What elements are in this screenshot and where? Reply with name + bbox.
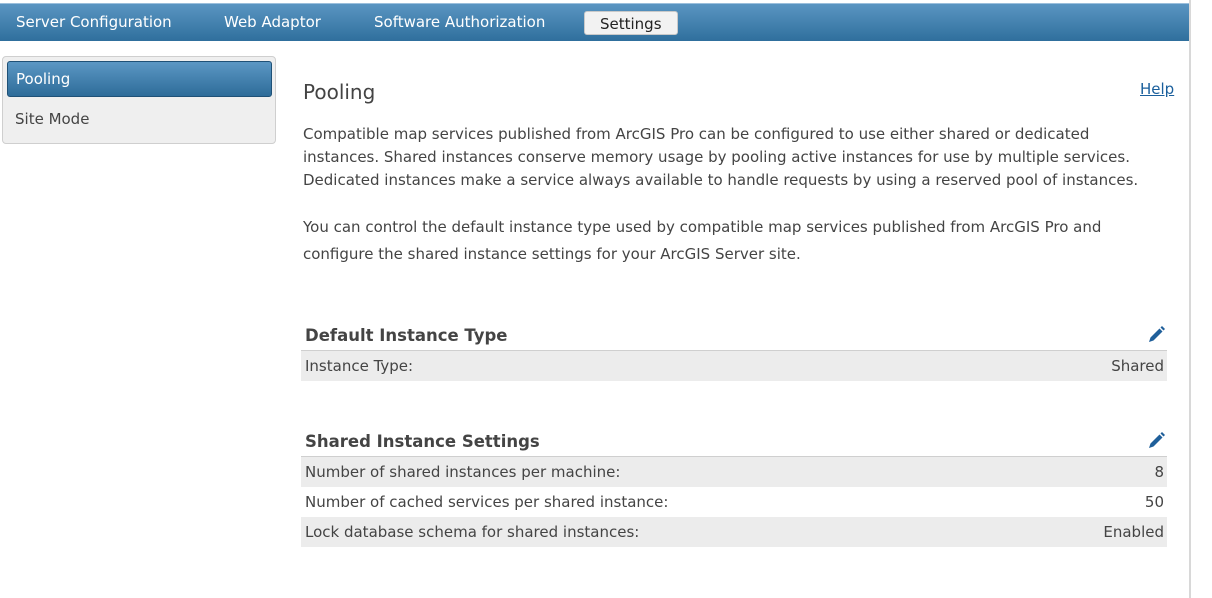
section-title-default-instance-type: Default Instance Type: [305, 326, 508, 345]
setting-value: Enabled: [1103, 523, 1164, 541]
setting-label: Number of cached services per shared ins…: [305, 493, 669, 511]
setting-value: 50: [1144, 493, 1164, 511]
tab-software-authorization[interactable]: Software Authorization: [374, 4, 545, 42]
tab-server-configuration[interactable]: Server Configuration: [16, 4, 172, 42]
setting-label: Lock database schema for shared instance…: [305, 523, 640, 541]
sidebar-item-pooling[interactable]: Pooling: [7, 61, 272, 97]
setting-value: 8: [1154, 463, 1164, 481]
page: Server Configuration Web Adaptor Softwar…: [0, 0, 1212, 598]
setting-value: Shared: [1111, 357, 1164, 375]
setting-row-lock-schema: Lock database schema for shared instance…: [301, 517, 1167, 547]
top-navigation-bar: Server Configuration Web Adaptor Softwar…: [0, 3, 1189, 41]
description-paragraph: Compatible map services published from A…: [303, 125, 1139, 189]
help-link[interactable]: Help: [1140, 80, 1174, 98]
tab-web-adaptor[interactable]: Web Adaptor: [224, 4, 321, 42]
setting-row-shared-instances: Number of shared instances per machine: …: [301, 457, 1167, 487]
sidebar: Pooling Site Mode: [2, 56, 276, 144]
control-paragraph: You can control the default instance typ…: [303, 218, 1102, 263]
window-right-border: [1189, 0, 1191, 598]
setting-row-cached-services: Number of cached services per shared ins…: [301, 487, 1167, 517]
tab-settings[interactable]: Settings: [584, 11, 678, 35]
sidebar-item-site-mode[interactable]: Site Mode: [7, 102, 272, 138]
pencil-icon[interactable]: [1146, 325, 1166, 345]
setting-row-instance-type: Instance Type: Shared: [301, 351, 1167, 381]
pencil-icon[interactable]: [1146, 431, 1166, 451]
page-title: Pooling: [303, 80, 376, 104]
setting-label: Instance Type:: [305, 357, 414, 375]
setting-label: Number of shared instances per machine:: [305, 463, 621, 481]
section-title-shared-instance-settings: Shared Instance Settings: [305, 432, 540, 451]
